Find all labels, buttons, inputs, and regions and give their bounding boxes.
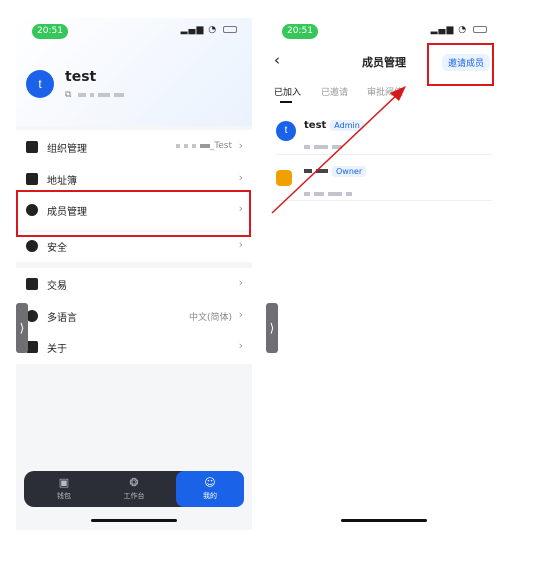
annotation-arrow [271, 86, 406, 214]
arrow-line [271, 91, 401, 214]
